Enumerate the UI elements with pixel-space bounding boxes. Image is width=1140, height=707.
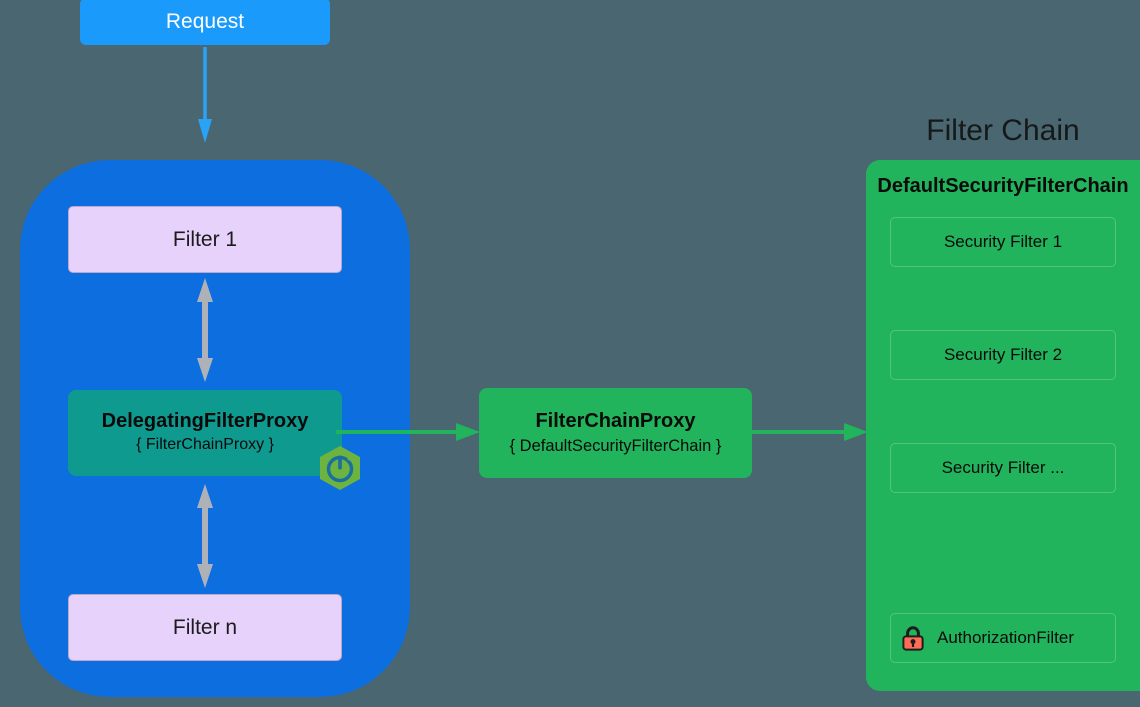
security-filter-label: Security Filter 2 bbox=[943, 345, 1063, 364]
diagram-canvas: Request Filter 1 DelegatingFilterProxy {… bbox=[0, 0, 1140, 707]
double-headed-arrow-icon-bottom bbox=[197, 484, 213, 588]
arrow-down-icon-request bbox=[198, 47, 212, 143]
filter-label: Filter n bbox=[172, 615, 238, 639]
authorization-filter-row: AuthorizationFilter bbox=[890, 613, 1116, 663]
filter-label: Filter 1 bbox=[172, 227, 238, 251]
request-label: Request bbox=[165, 9, 245, 33]
delegating-filter-proxy-box: DelegatingFilterProxy { FilterChainProxy… bbox=[68, 390, 342, 476]
default-security-filter-chain-label: DefaultSecurityFilterChain bbox=[877, 175, 1129, 197]
filter-chain-title: Filter Chain bbox=[926, 114, 1080, 147]
arrow-right-icon-to-chain bbox=[752, 423, 868, 441]
delegating-filter-proxy-subtitle: { FilterChainProxy } bbox=[136, 436, 274, 454]
arrow-right-icon-to-fcp bbox=[336, 423, 480, 441]
filter-chain-proxy-box: FilterChainProxy { DefaultSecurityFilter… bbox=[479, 388, 752, 478]
security-filter-label: Security Filter ... bbox=[941, 458, 1065, 477]
security-filter-1: Security Filter 1 bbox=[890, 217, 1116, 267]
filter-box-n: Filter n bbox=[68, 594, 342, 661]
filter-chain-proxy-subtitle: { DefaultSecurityFilterChain } bbox=[509, 436, 722, 455]
delegating-filter-proxy-title: DelegatingFilterProxy bbox=[101, 410, 309, 433]
security-filter-label: Security Filter 1 bbox=[943, 232, 1063, 251]
spring-boot-icon bbox=[320, 446, 360, 490]
double-headed-arrow-icon-top bbox=[197, 278, 213, 382]
security-filter-2: Security Filter 2 bbox=[890, 330, 1116, 380]
request-box: Request bbox=[80, 0, 330, 45]
filter-box-1: Filter 1 bbox=[68, 206, 342, 273]
lock-icon bbox=[902, 626, 924, 651]
security-filter-ellipsis: Security Filter ... bbox=[890, 443, 1116, 493]
authorization-filter-label: AuthorizationFilter bbox=[937, 628, 1075, 647]
filter-chain-proxy-title: FilterChainProxy bbox=[535, 409, 696, 432]
